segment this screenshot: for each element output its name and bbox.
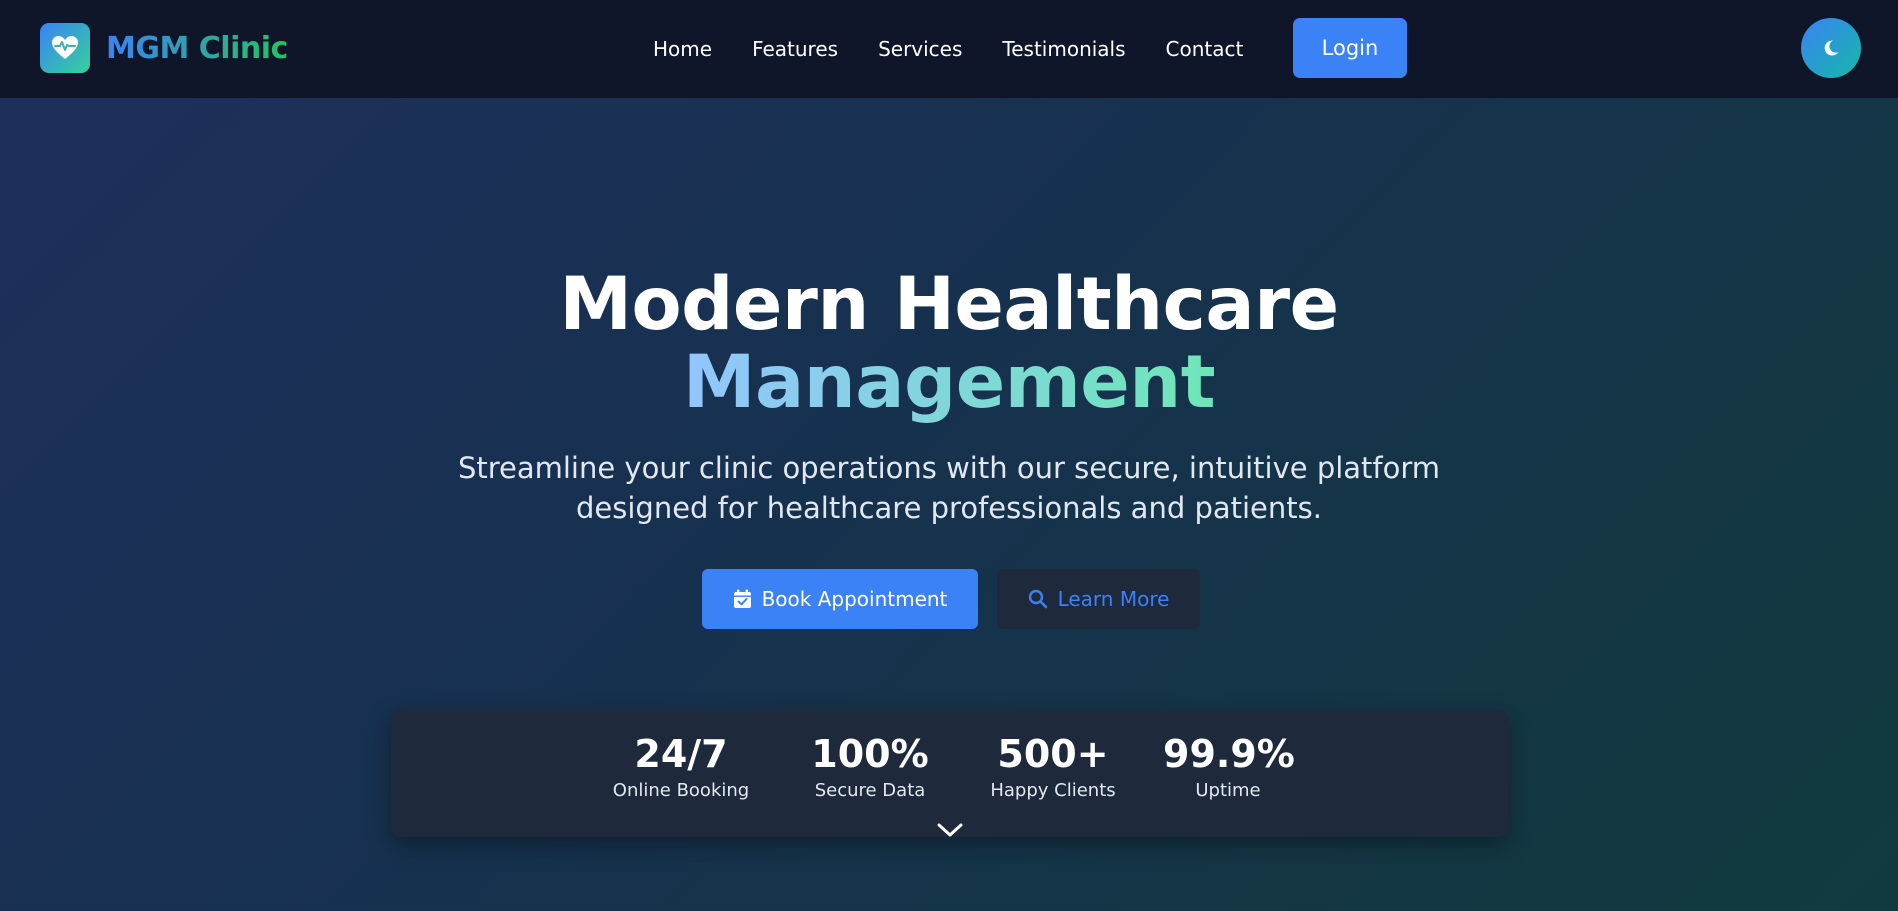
login-button[interactable]: Login xyxy=(1293,18,1407,78)
stats-card: 24/7 Online Booking 100% Secure Data 500… xyxy=(391,710,1509,837)
search-icon xyxy=(1028,589,1048,609)
hero-subtitle-line2: designed for healthcare professionals an… xyxy=(576,491,1322,525)
stat-value: 99.9% xyxy=(1163,732,1295,776)
stat-value: 500+ xyxy=(997,732,1109,776)
book-appointment-button[interactable]: Book Appointment xyxy=(702,569,978,629)
hero-title-accent-text: Management xyxy=(682,340,1216,425)
stat-uptime: 99.9% Uptime xyxy=(1163,732,1295,801)
calendar-check-icon xyxy=(733,589,752,609)
stat-happy-clients: 500+ Happy Clients xyxy=(978,732,1128,801)
stat-online-booking: 24/7 Online Booking xyxy=(611,732,751,801)
brand[interactable]: MGM Clinic xyxy=(40,23,288,73)
hero-subtitle: Streamline your clinic operations with o… xyxy=(449,448,1449,528)
hero-title: Modern Healthcare xyxy=(559,262,1339,347)
stat-label: Secure Data xyxy=(814,780,926,801)
hero-subtitle-line1: Streamline your clinic operations with o… xyxy=(457,451,1441,485)
learn-more-button[interactable]: Learn More xyxy=(997,569,1200,629)
stat-label: Uptime xyxy=(1195,780,1261,801)
brand-name: MGM Clinic xyxy=(106,30,288,66)
nav-link-services[interactable]: Services xyxy=(878,37,962,61)
nav-link-home[interactable]: Home xyxy=(653,37,712,61)
page: MGM Clinic Home Features Services Testim… xyxy=(0,0,1898,911)
hero-section: Modern Healthcare Management Streamline … xyxy=(0,98,1898,911)
stat-value: 24/7 xyxy=(634,732,728,776)
chevron-down-icon[interactable] xyxy=(935,820,965,840)
navbar: MGM Clinic Home Features Services Testim… xyxy=(0,0,1898,98)
theme-toggle-button[interactable] xyxy=(1801,18,1861,78)
moon-icon xyxy=(1822,39,1840,57)
nav-link-contact[interactable]: Contact xyxy=(1166,37,1244,61)
heart-pulse-icon xyxy=(40,23,90,73)
stat-label: Online Booking xyxy=(612,780,750,801)
book-appointment-label: Book Appointment xyxy=(761,587,948,611)
stat-value: 100% xyxy=(811,732,929,776)
stat-label: Happy Clients xyxy=(990,780,1116,801)
nav-link-features[interactable]: Features xyxy=(752,37,838,61)
learn-more-label: Learn More xyxy=(1057,587,1170,611)
nav-links: Home Features Services Testimonials Cont… xyxy=(653,0,1283,98)
stat-secure-data: 100% Secure Data xyxy=(805,732,935,801)
hero-title-accent: Management xyxy=(0,344,1898,422)
nav-link-testimonials[interactable]: Testimonials xyxy=(1002,37,1125,61)
